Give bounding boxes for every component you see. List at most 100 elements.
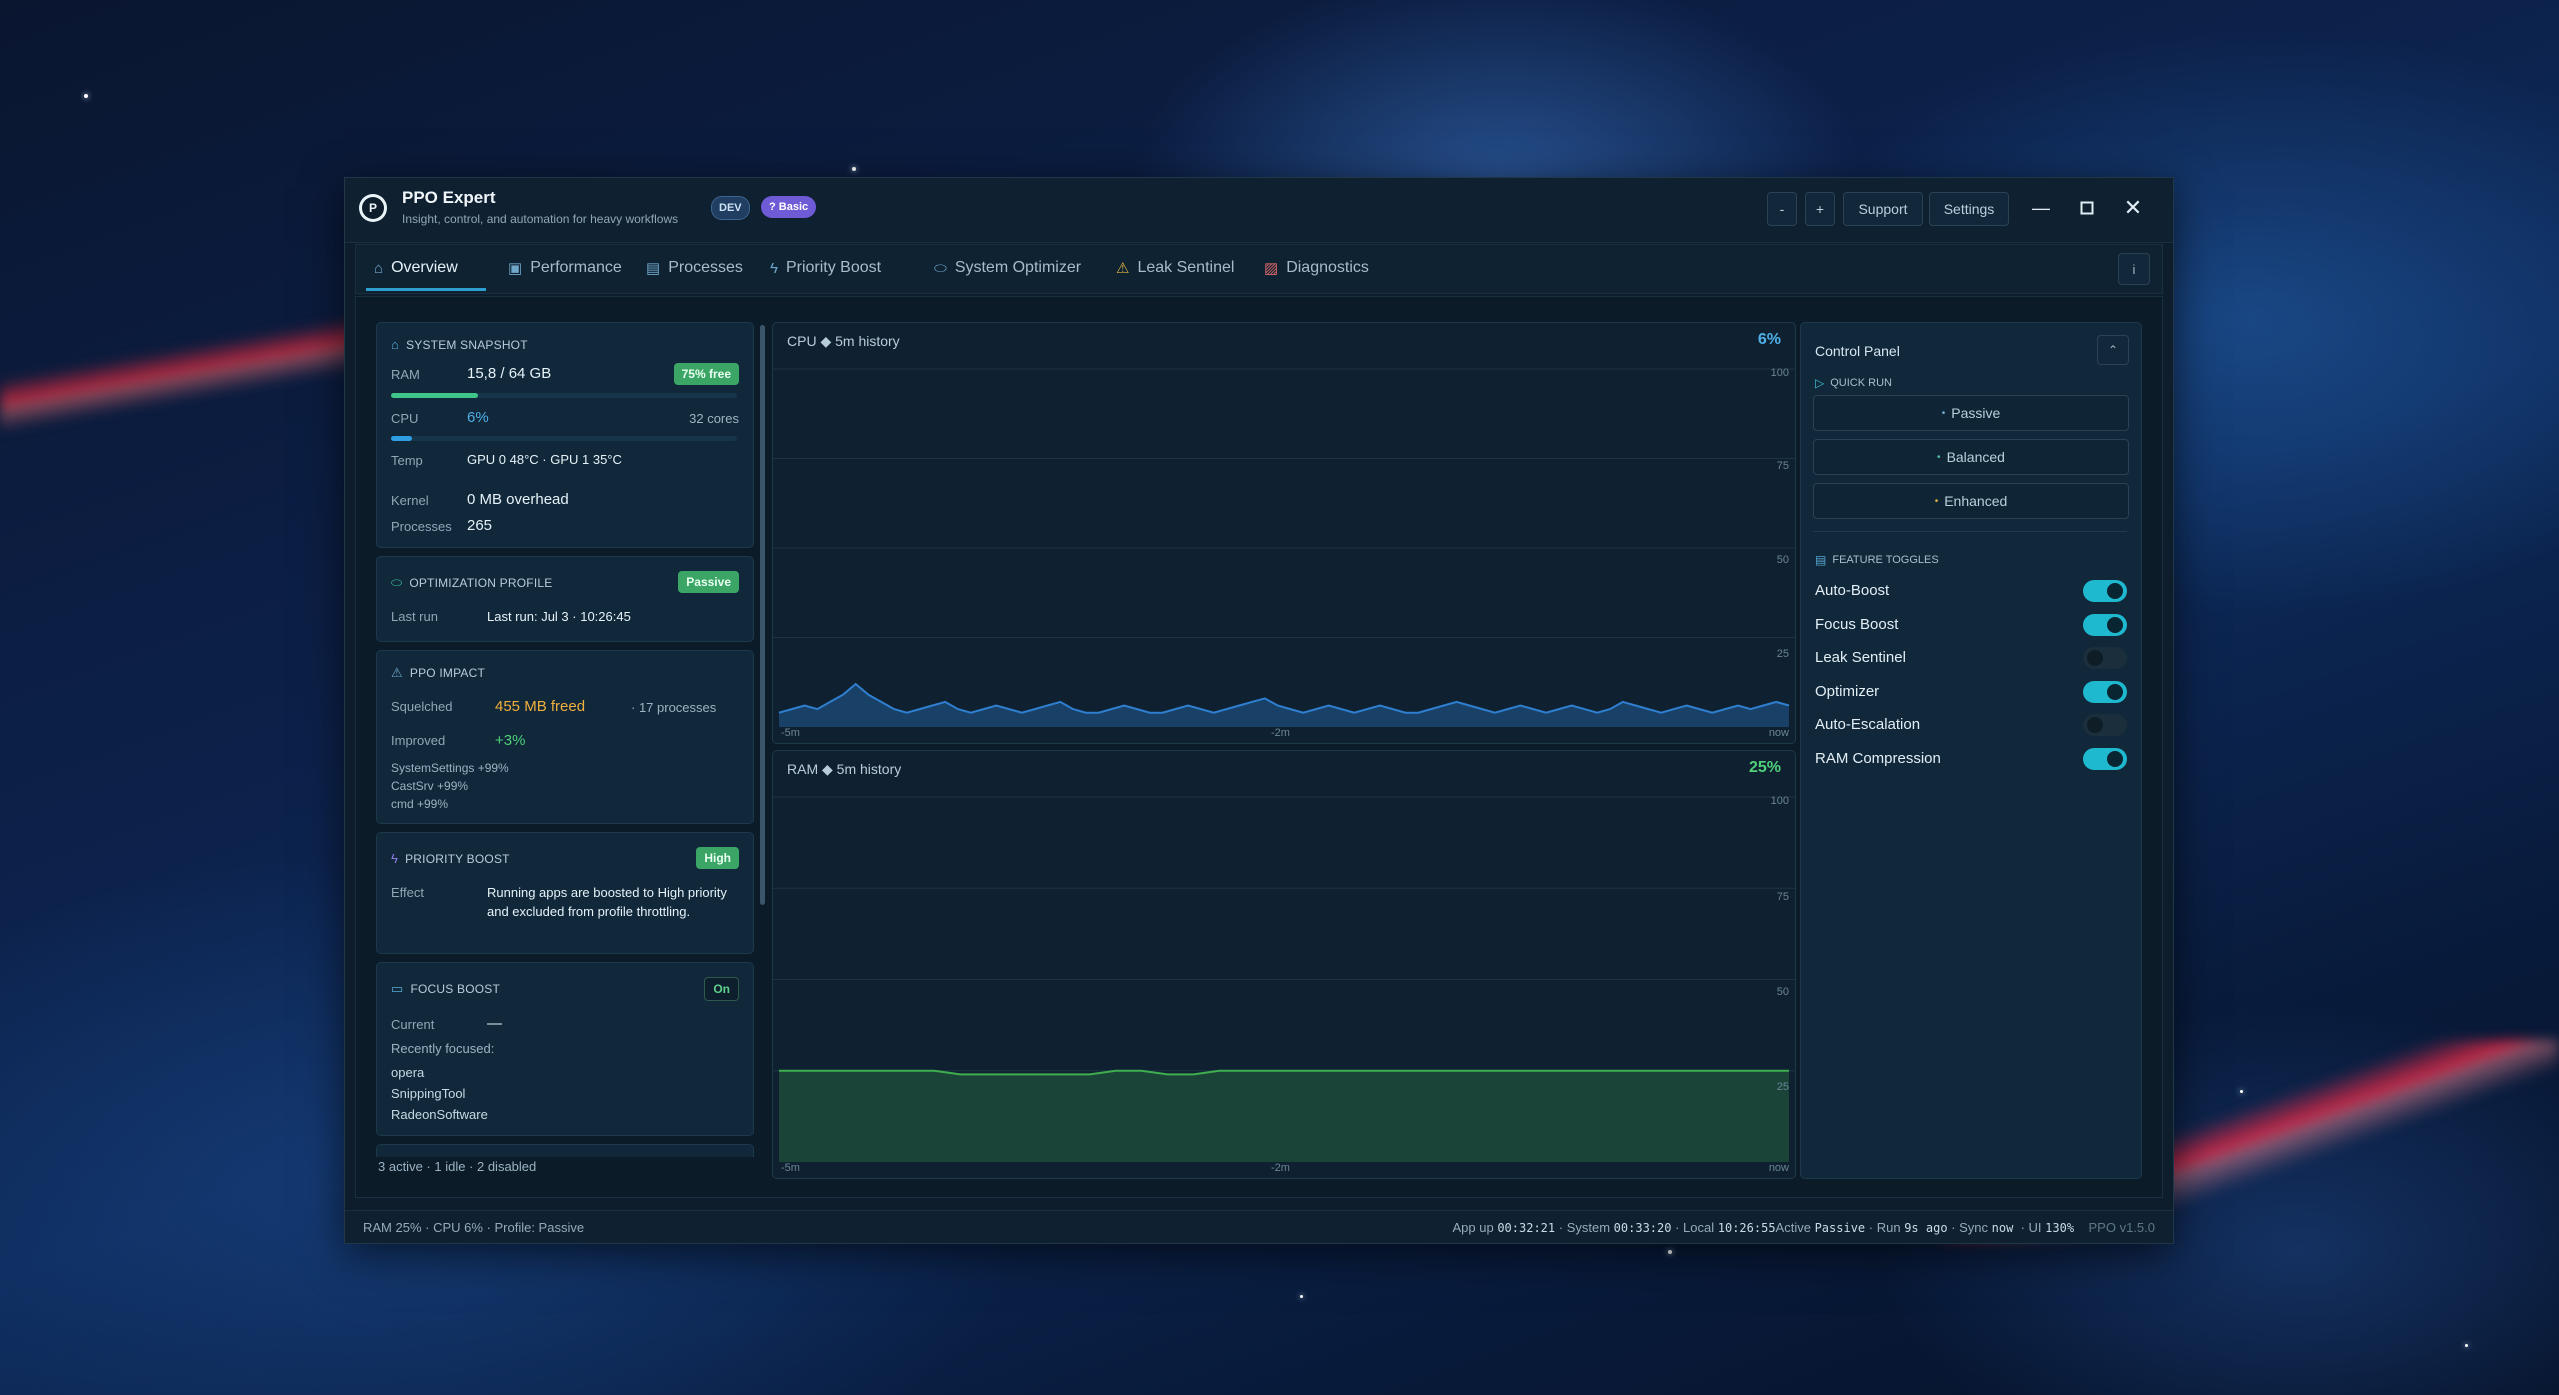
tab-leak-sentinel[interactable]: ⚠ Leak Sentinel <box>1116 245 1234 291</box>
toggle-knob <box>2107 750 2123 767</box>
card-header: ⬭ OPTIMIZATION PROFILE <box>391 575 552 591</box>
star <box>1300 1295 1303 1298</box>
dot-icon: • <box>1941 407 1946 419</box>
toggle-label: Optimizer <box>1815 682 1880 700</box>
ram-free-badge: 75% free <box>673 363 739 385</box>
collapse-panel-button[interactable]: ⌃ <box>2097 335 2129 365</box>
tab-label: Leak Sentinel <box>1137 259 1235 276</box>
bolt-icon: ϟ <box>770 259 778 277</box>
card-header: ▭ FOCUS BOOST <box>391 981 500 997</box>
toggle-switch[interactable] <box>2083 747 2127 770</box>
toggle-switch[interactable] <box>2083 580 2127 602</box>
ram-current-pct: 25% <box>1748 759 1781 776</box>
impact-item: cmd +99% <box>391 797 449 811</box>
dot-icon: • <box>1937 451 1941 463</box>
toggle-knob <box>2107 683 2123 700</box>
card-header: ϟ PRIORITY BOOST <box>391 851 510 866</box>
cpu-usage-bar <box>391 436 737 441</box>
app-logo: P <box>359 194 387 222</box>
toggle-label: RAM Compression <box>1815 749 1941 767</box>
toggle-row-auto-escalation: Auto-Escalation <box>1815 713 2127 737</box>
app-window: P PPO Expert Insight, control, and autom… <box>344 177 2174 1244</box>
home-icon: ⌂ <box>374 259 384 277</box>
priority-badge: High <box>696 847 739 869</box>
processes-value: 265 <box>467 517 493 534</box>
support-button[interactable]: Support <box>1843 192 1923 226</box>
toggle-switch[interactable] <box>2083 613 2127 636</box>
diagnostics-icon: ▨ <box>1264 260 1279 277</box>
toggle-knob <box>2107 616 2123 633</box>
kernel-label: Kernel <box>391 493 429 508</box>
chart-title: CPU ◆ 5m history <box>787 333 900 349</box>
last-run-label: Last run <box>391 609 438 624</box>
tab-priority-boost[interactable]: ϟ Priority Boost <box>770 245 881 291</box>
tab-processes[interactable]: ▤ Processes <box>646 245 743 291</box>
minimize-icon[interactable]: — <box>2023 192 2059 224</box>
cpu-usage-fill <box>391 436 412 441</box>
impact-item: CastSrv +99% <box>391 779 469 793</box>
tab-overview[interactable]: ⌂ Overview <box>374 245 458 291</box>
info-button[interactable]: i <box>2118 253 2150 285</box>
star <box>2240 1090 2243 1093</box>
toggle-label: Focus Boost <box>1815 615 1899 633</box>
quick-run-header: ▷ QUICK RUN <box>1815 376 1892 390</box>
cpu-current-pct: 6% <box>1757 331 1781 348</box>
settings-button[interactable]: Settings <box>1929 192 2009 226</box>
toggle-switch[interactable] <box>2083 680 2127 703</box>
maximize-icon[interactable] <box>2069 192 2105 224</box>
grid-label: 100 <box>1770 367 1789 379</box>
grid-label: 50 <box>1776 986 1789 998</box>
left-column-scrollbar[interactable] <box>760 325 765 905</box>
system-label: · System <box>1558 1220 1611 1235</box>
zoom-out-button[interactable]: - <box>1767 192 1797 226</box>
basic-mode-badge[interactable]: ? Basic <box>761 196 817 218</box>
divider <box>1813 531 2127 532</box>
ui-scale-label: · UI <box>2020 1220 2042 1235</box>
gamepad-icon: ⬭ <box>391 575 403 590</box>
x-label: -5m <box>781 727 800 739</box>
processes-label: Processes <box>391 519 452 534</box>
zoom-in-button[interactable]: + <box>1805 192 1835 226</box>
card-header: ⌂ SYSTEM SNAPSHOT <box>391 337 528 352</box>
grid-label: 25 <box>1776 648 1789 660</box>
chart-title: RAM ◆ 5m history <box>787 761 902 777</box>
local-label: · Local <box>1675 1220 1715 1235</box>
tab-diagnostics[interactable]: ▨ Diagnostics <box>1264 245 1369 291</box>
squelched-label: Squelched <box>391 699 453 714</box>
close-icon[interactable]: ✕ <box>2115 192 2151 224</box>
toggle-row-leak-sentinel: Leak Sentinel <box>1815 646 2127 670</box>
quick-run-passive-button[interactable]: • Passive <box>1813 395 2129 431</box>
star <box>2465 1344 2468 1347</box>
focus-boost-card: ▭ FOCUS BOOST On Current — Recently focu… <box>376 962 754 1136</box>
quick-run-balanced-button[interactable]: • Balanced <box>1813 439 2129 475</box>
tab-system-optimizer[interactable]: ⬭ System Optimizer <box>934 245 1081 291</box>
toggle-row-optimizer: Optimizer <box>1815 680 2127 704</box>
button-label: Balanced <box>1946 449 2005 465</box>
tab-bar: ⌂ Overview ▣ Performance ▤ Processes ϟ P… <box>355 244 2163 294</box>
active-tab-indicator <box>366 288 486 291</box>
ram-chart-plot <box>773 796 1795 1162</box>
profile-badge: Passive <box>678 571 739 593</box>
cpu-chart-plot <box>773 368 1795 727</box>
ram-label: RAM <box>391 367 420 382</box>
toggle-row-focus-boost: Focus Boost <box>1815 613 2127 637</box>
document-icon: ▤ <box>646 260 661 277</box>
toggle-switch[interactable] <box>2083 714 2127 736</box>
toggle-switch[interactable] <box>2083 647 2127 669</box>
ram-value: 15,8 / 64 GB <box>467 365 552 382</box>
tab-label: Diagnostics <box>1286 259 1369 276</box>
control-panel-title: Control Panel <box>1815 343 1900 359</box>
focus-badge: On <box>704 977 739 1001</box>
grid-label: 75 <box>1776 460 1789 472</box>
tab-label: Overview <box>391 259 458 276</box>
dot-icon: • <box>1934 495 1939 507</box>
last-run-value: 9s ago <box>1904 1221 1948 1235</box>
play-icon: ▷ <box>1815 376 1825 390</box>
toggle-knob <box>2087 717 2103 733</box>
x-label: -2m <box>1271 727 1290 739</box>
tab-performance[interactable]: ▣ Performance <box>508 245 622 291</box>
grid-label: 75 <box>1776 891 1789 903</box>
tab-label: System Optimizer <box>954 259 1082 276</box>
quick-run-enhanced-button[interactable]: • Enhanced <box>1813 483 2129 519</box>
toggle-knob <box>2107 583 2123 599</box>
